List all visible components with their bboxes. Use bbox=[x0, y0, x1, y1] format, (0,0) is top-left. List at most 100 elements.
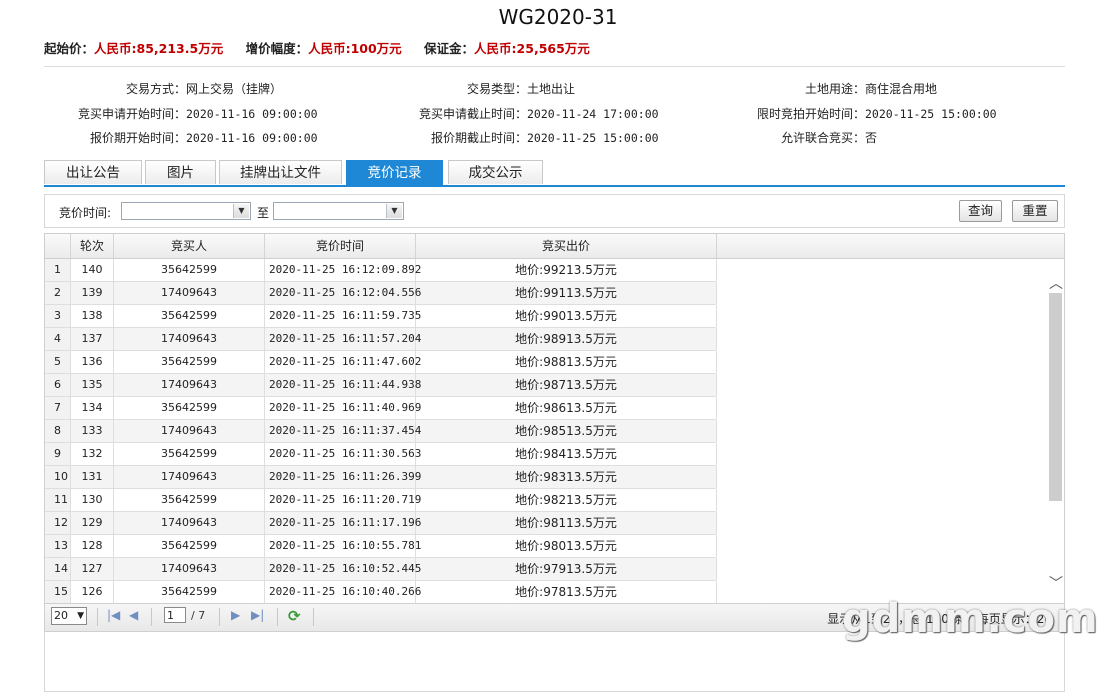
to-label: 至 bbox=[257, 206, 270, 220]
chevron-up-icon[interactable]: ︿ bbox=[1049, 273, 1063, 293]
round-cell: 131 bbox=[71, 466, 114, 488]
table-row[interactable]: 8 133 17409643 2020-11-25 16:11:37.454 地价:98… bbox=[45, 420, 717, 443]
apply-end-label: 竞买申请截止时间： bbox=[418, 107, 527, 121]
bidder-cell: 35642599 bbox=[114, 581, 265, 603]
column-header-round[interactable]: 轮次 bbox=[71, 234, 114, 258]
row-number: 11 bbox=[45, 489, 71, 511]
row-number-header bbox=[45, 234, 71, 258]
chevron-down-icon[interactable]: ﹀ bbox=[1049, 573, 1063, 593]
table-row[interactable]: 9 132 35642599 2020-11-25 16:11:30.563 地价:98… bbox=[45, 443, 717, 466]
tab-listing-documents[interactable]: 挂牌出让文件 bbox=[219, 160, 342, 184]
table-row[interactable]: 15 126 35642599 2020-11-25 16:10:40.266 地价:9… bbox=[45, 581, 717, 603]
bid-time-cell: 2020-11-25 16:10:40.266 bbox=[265, 581, 421, 603]
bidder-cell: 35642599 bbox=[114, 443, 265, 465]
bid-price-cell: 地价:98013.5万元 bbox=[416, 535, 717, 557]
apply-end-value: 2020-11-24 17:00:00 bbox=[527, 107, 659, 121]
bid-time-cell: 2020-11-25 16:11:59.735 bbox=[265, 305, 421, 327]
limit-start: 限时竞拍开始时间：2020-11-25 15:00:00 bbox=[740, 105, 997, 122]
limit-start-label: 限时竞拍开始时间： bbox=[756, 107, 865, 121]
row-number: 14 bbox=[45, 558, 71, 580]
bidder-cell: 35642599 bbox=[114, 489, 265, 511]
row-number: 13 bbox=[45, 535, 71, 557]
bid-time-cell: 2020-11-25 16:10:55.781 bbox=[265, 535, 421, 557]
separator bbox=[277, 608, 278, 626]
grid-header: 轮次 竞买人 竞价时间 竞买出价 bbox=[45, 234, 1064, 259]
table-row[interactable]: 12 129 17409643 2020-11-25 16:11:17.196 地价:9… bbox=[45, 512, 717, 535]
quote-end-value: 2020-11-25 15:00:00 bbox=[527, 131, 659, 145]
query-button[interactable]: 查询 bbox=[959, 200, 1002, 222]
round-cell: 135 bbox=[71, 374, 114, 396]
apply-start: 竞买申请开始时间：2020-11-16 09:00:00 bbox=[60, 105, 318, 122]
table-row[interactable]: 3 138 35642599 2020-11-25 16:11:59.735 地价:99… bbox=[45, 305, 717, 328]
tab-deal-publicity[interactable]: 成交公示 bbox=[448, 160, 543, 184]
table-row[interactable]: 5 136 35642599 2020-11-25 16:11:47.602 地价:98… bbox=[45, 351, 717, 374]
watermark: gdmm.com bbox=[842, 596, 1099, 642]
first-page-icon[interactable]: |◀ bbox=[107, 608, 120, 622]
tab-bar: 出让公告 图片 挂牌出让文件 竞价记录 成交公示 bbox=[44, 160, 1065, 186]
chevron-down-icon[interactable]: ▼ bbox=[233, 204, 249, 218]
last-page-icon[interactable]: ▶| bbox=[251, 608, 264, 622]
round-cell: 132 bbox=[71, 443, 114, 465]
separator bbox=[219, 608, 220, 626]
bid-price-cell: 地价:97913.5万元 bbox=[416, 558, 717, 580]
table-row[interactable]: 6 135 17409643 2020-11-25 16:11:44.938 地价:98… bbox=[45, 374, 717, 397]
bidder-cell: 35642599 bbox=[114, 535, 265, 557]
row-number: 10 bbox=[45, 466, 71, 488]
table-row[interactable]: 14 127 17409643 2020-11-25 16:10:52.445 地价:9… bbox=[45, 558, 717, 581]
trade-type-label: 交易类型： bbox=[466, 82, 527, 96]
tab-images[interactable]: 图片 bbox=[145, 160, 216, 184]
bid-time-cell: 2020-11-25 16:12:09.892 bbox=[265, 259, 421, 281]
joint-bid-label: 允许联合竞买： bbox=[780, 131, 865, 145]
round-cell: 136 bbox=[71, 351, 114, 373]
joint-bid: 允许联合竞买：否 bbox=[740, 129, 877, 146]
table-row[interactable]: 10 131 17409643 2020-11-25 16:11:26.399 地价:9… bbox=[45, 466, 717, 489]
vertical-scrollbar[interactable]: ︿ ﹀ bbox=[1047, 259, 1064, 603]
table-row[interactable]: 1 140 35642599 2020-11-25 16:12:09.892 地价:99… bbox=[45, 259, 717, 282]
column-header-bid-time[interactable]: 竞价时间 bbox=[265, 234, 416, 258]
row-number: 6 bbox=[45, 374, 71, 396]
page-size-select[interactable]: 20 ▼ bbox=[51, 607, 87, 625]
separator bbox=[151, 608, 152, 626]
round-cell: 140 bbox=[71, 259, 114, 281]
filter-bar: 竞价时间: ▼ 至 ▼ 查询 重置 bbox=[44, 194, 1065, 228]
bidder-cell: 35642599 bbox=[114, 305, 265, 327]
row-number: 8 bbox=[45, 420, 71, 442]
scrollbar-thumb[interactable] bbox=[1049, 293, 1062, 501]
bidder-cell: 17409643 bbox=[114, 558, 265, 580]
apply-end: 竞买申请截止时间：2020-11-24 17:00:00 bbox=[400, 105, 659, 122]
bid-price-cell: 地价:97813.5万元 bbox=[416, 581, 717, 603]
table-row[interactable]: 13 128 35642599 2020-11-25 16:10:55.781 地价:9… bbox=[45, 535, 717, 558]
tab-announcement[interactable]: 出让公告 bbox=[44, 160, 142, 184]
next-page-icon[interactable]: ▶ bbox=[231, 608, 240, 622]
end-time-combo[interactable]: ▼ bbox=[273, 202, 404, 220]
joint-bid-value: 否 bbox=[865, 131, 878, 145]
bid-time-cell: 2020-11-25 16:11:57.204 bbox=[265, 328, 421, 350]
bidder-cell: 17409643 bbox=[114, 512, 265, 534]
bid-price-cell: 地价:98213.5万元 bbox=[416, 489, 717, 511]
land-use-value: 商住混合用地 bbox=[865, 82, 938, 96]
bid-price-cell: 地价:99013.5万元 bbox=[416, 305, 717, 327]
chevron-down-icon[interactable]: ▼ bbox=[386, 204, 402, 218]
table-row[interactable]: 2 139 17409643 2020-11-25 16:12:04.556 地价:99… bbox=[45, 282, 717, 305]
page-number-input[interactable]: 1 bbox=[164, 607, 186, 623]
tab-bid-records[interactable]: 竞价记录 bbox=[346, 160, 443, 186]
bid-time-cell: 2020-11-25 16:10:52.445 bbox=[265, 558, 421, 580]
start-time-combo[interactable]: ▼ bbox=[121, 202, 251, 220]
bidder-cell: 17409643 bbox=[114, 328, 265, 350]
bidder-cell: 35642599 bbox=[114, 397, 265, 419]
round-cell: 138 bbox=[71, 305, 114, 327]
bid-price-cell: 地价:98413.5万元 bbox=[416, 443, 717, 465]
refresh-icon[interactable]: ⟳ bbox=[288, 607, 301, 625]
apply-start-label: 竞买申请开始时间： bbox=[77, 107, 186, 121]
chevron-down-icon: ▼ bbox=[77, 611, 84, 621]
column-header-bidder[interactable]: 竞买人 bbox=[114, 234, 265, 258]
column-header-bid-price[interactable]: 竞买出价 bbox=[416, 234, 717, 258]
quote-end: 报价期截止时间：2020-11-25 15:00:00 bbox=[400, 129, 659, 146]
bidder-cell: 35642599 bbox=[114, 259, 265, 281]
table-row[interactable]: 4 137 17409643 2020-11-25 16:11:57.204 地价:98… bbox=[45, 328, 717, 351]
table-row[interactable]: 7 134 35642599 2020-11-25 16:11:40.969 地价:98… bbox=[45, 397, 717, 420]
table-row[interactable]: 11 130 35642599 2020-11-25 16:11:20.719 地价:9… bbox=[45, 489, 717, 512]
trade-mode-value: 网上交易（挂牌） bbox=[186, 82, 283, 96]
reset-button[interactable]: 重置 bbox=[1012, 200, 1058, 222]
prev-page-icon[interactable]: ◀ bbox=[129, 608, 138, 622]
